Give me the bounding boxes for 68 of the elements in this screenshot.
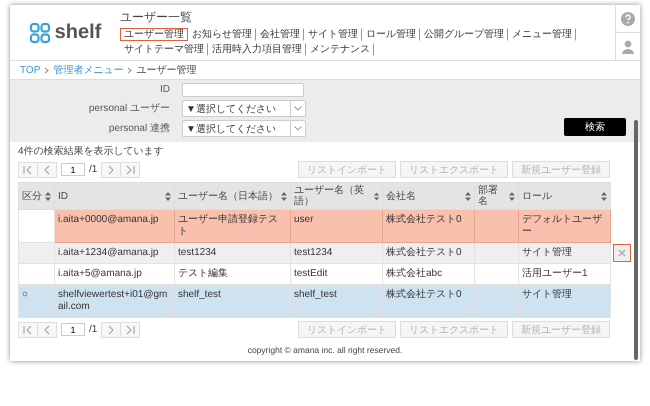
table-cell: i.aita+1234@amana.jp: [54, 242, 174, 264]
table-cell: test1234: [290, 242, 382, 264]
sort-icon[interactable]: [601, 192, 607, 200]
nav-link[interactable]: メンテナンス: [306, 43, 374, 56]
column-header[interactable]: ID: [54, 182, 174, 210]
table-cell: デフォルトユーザー: [518, 210, 610, 242]
nav-link[interactable]: サイト管理: [304, 28, 362, 41]
nav-link[interactable]: ロール管理: [362, 28, 420, 41]
nav-link[interactable]: 会社管理: [256, 28, 304, 41]
table-cell: shelf_test: [290, 284, 382, 318]
page-number-field[interactable]: 1: [61, 163, 85, 176]
page-number-field[interactable]: 1: [61, 323, 85, 336]
table-cell: 株式会社テスト0: [382, 284, 474, 318]
row-marker: ○: [18, 284, 54, 318]
breadcrumb-link[interactable]: 管理者メニュー: [53, 63, 124, 77]
table-cell: サイト管理: [518, 242, 610, 264]
search-button[interactable]: 検索: [564, 118, 626, 136]
table-cell: shelfviewertest+i01@gmail.com: [54, 284, 174, 318]
table-cell: ユーザー申請登録テスト: [174, 210, 290, 242]
sort-icon[interactable]: [509, 192, 515, 200]
table-cell: サイト管理: [518, 284, 610, 318]
logo-text: shelf: [54, 21, 102, 44]
page-total: /1: [89, 324, 98, 335]
breadcrumb-current: ユーザー管理: [136, 64, 196, 77]
chevron-down-icon: [294, 106, 302, 111]
page-total: /1: [89, 164, 98, 175]
table-cell: 株式会社テスト0: [382, 242, 474, 264]
table-cell: test1234: [174, 242, 290, 264]
chevron-icon: [127, 66, 132, 74]
select-field[interactable]: ▼選択してください: [182, 120, 306, 137]
nav-link[interactable]: お知らせ管理: [188, 28, 256, 41]
sort-icon[interactable]: [465, 192, 471, 200]
column-header[interactable]: ユーザー名（日本語）: [174, 182, 290, 210]
column-header[interactable]: 区分: [18, 182, 54, 210]
table-cell: user: [290, 210, 382, 242]
result-message: 4件の検索結果を表示しています: [18, 146, 165, 158]
page-title: ユーザー一覧: [120, 9, 192, 26]
field-label: personal 連携: [108, 122, 170, 134]
logo-icon: [28, 22, 51, 44]
chevron-down-icon: [294, 126, 302, 131]
delete-button[interactable]: [613, 244, 631, 262]
user-icon[interactable]: [622, 40, 634, 54]
table-cell: shelf_test: [174, 284, 290, 318]
sort-icon[interactable]: [374, 192, 379, 200]
scrollbar-thumb[interactable]: [634, 120, 638, 360]
close-icon: [618, 249, 626, 257]
chevron-icon: [44, 66, 50, 74]
nav-link[interactable]: メニュー管理: [508, 28, 576, 41]
sort-icon[interactable]: [165, 192, 171, 200]
table-cell: 株式会社テスト0: [382, 210, 474, 242]
table-cell: i.aita+0000@amana.jp: [54, 210, 174, 242]
text-field[interactable]: [182, 83, 304, 97]
breadcrumb-link[interactable]: TOP: [20, 64, 40, 76]
field-label: personal ユーザー: [88, 102, 170, 114]
nav-link[interactable]: サイトテーマ管理: [120, 43, 208, 56]
column-header[interactable]: 部署名: [474, 182, 518, 210]
sort-icon[interactable]: [45, 192, 51, 200]
nav-link[interactable]: 活用時入力項目管理: [208, 43, 306, 56]
copyright-text: copyright © amana inc. all right reserved.: [246, 344, 404, 357]
field-label: ID: [159, 84, 170, 96]
column-header[interactable]: ユーザー名（英語）: [290, 182, 382, 210]
column-header[interactable]: ロール: [518, 182, 610, 210]
nav-link[interactable]: ユーザー管理: [120, 28, 188, 41]
nav-link[interactable]: 公開グループ管理: [420, 28, 508, 41]
sort-icon[interactable]: [281, 192, 287, 200]
column-header[interactable]: 会社名: [382, 182, 474, 210]
select-field[interactable]: ▼選択してください: [182, 100, 306, 117]
help-icon[interactable]: [621, 12, 635, 26]
